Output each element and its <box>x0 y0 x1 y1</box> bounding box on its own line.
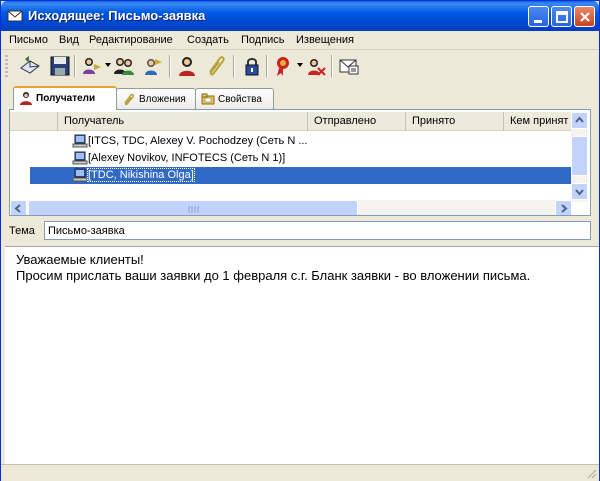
tab-properties[interactable]: Свойства <box>195 88 274 109</box>
group-icon <box>145 59 162 75</box>
menu-signature[interactable]: Подпись <box>241 34 285 46</box>
grip-icon <box>188 206 199 213</box>
minimize-icon <box>534 20 542 23</box>
scroll-down-button[interactable] <box>571 183 588 200</box>
menu-notifications[interactable]: Извещения <box>296 34 354 46</box>
body-line: Просим прислать ваши заявки до 1 февраля… <box>16 268 531 283</box>
certificate-icon <box>308 59 326 76</box>
chevron-down-icon[interactable] <box>105 63 111 67</box>
toolbar-separator <box>233 55 235 77</box>
scroll-left-button[interactable] <box>10 200 27 215</box>
save-button[interactable] <box>48 54 72 78</box>
window-title: Исходящее: Письмо-заявка <box>28 8 206 23</box>
vertical-scroll-thumb[interactable] <box>571 136 588 176</box>
message-body[interactable]: Уважаемые клиенты! Просим прислать ваши … <box>5 246 599 464</box>
scroll-up-button[interactable] <box>571 112 588 129</box>
tab-label: Свойства <box>218 94 262 105</box>
sign-button[interactable] <box>271 54 295 78</box>
column-header-received-by[interactable]: Кем принят <box>504 112 572 131</box>
notify-button[interactable] <box>337 54 361 78</box>
chevron-up-icon <box>575 116 584 123</box>
encrypt-icon <box>245 58 259 76</box>
resize-grip-icon[interactable] <box>585 467 597 479</box>
minimize-button[interactable] <box>528 6 549 27</box>
column-header-blank[interactable] <box>10 112 58 131</box>
table-row[interactable]: [ITCS, TDC, Alexey V. Pochodzey (Сеть N … <box>30 133 572 150</box>
recipients-button[interactable] <box>80 54 104 78</box>
maximize-button[interactable] <box>551 6 572 27</box>
attach-icon <box>209 56 225 76</box>
computer-icon <box>72 168 88 182</box>
toolbar <box>1 51 599 81</box>
toolbar-separator <box>169 55 171 77</box>
subject-field[interactable]: Письмо-заявка <box>44 221 591 240</box>
contact-icon <box>179 57 195 76</box>
chevron-left-icon <box>14 204 21 213</box>
toolbar-separator <box>331 55 333 77</box>
chevron-right-icon <box>561 204 568 213</box>
toolbar-grip[interactable] <box>5 55 8 77</box>
column-header-sent[interactable]: Отправлено <box>308 112 406 131</box>
tab-attachments[interactable]: Вложения <box>116 88 196 109</box>
save-icon <box>50 56 70 76</box>
send-icon <box>20 56 40 74</box>
body-line: Уважаемые клиенты! <box>16 252 144 267</box>
sign-icon <box>277 57 289 76</box>
horizontal-scrollbar[interactable] <box>10 200 572 215</box>
table-row-selected[interactable]: [TDC, Nikishina Olga] <box>30 167 572 184</box>
vertical-scrollbar[interactable] <box>571 112 588 202</box>
attach-button[interactable] <box>204 54 228 78</box>
scroll-right-button[interactable] <box>555 200 572 215</box>
chevron-down-icon[interactable] <box>297 63 303 67</box>
recipients-list[interactable]: Получатель Отправлено Принято Кем принят… <box>9 109 591 216</box>
menu-edit[interactable]: Редактирование <box>89 34 173 46</box>
menu-bar: Письмо Вид Редактирование Создать Подпис… <box>1 31 599 50</box>
chevron-down-icon <box>575 189 584 196</box>
toolbar-separator <box>74 55 76 77</box>
envelope-icon <box>7 10 23 22</box>
computer-icon <box>72 134 88 148</box>
table-row[interactable]: [Alexey Novikov, INFOTECS (Сеть N 1)] <box>30 150 572 167</box>
notify-icon <box>339 59 359 75</box>
menu-view[interactable]: Вид <box>59 34 79 46</box>
computer-icon <box>72 151 88 165</box>
menu-create[interactable]: Создать <box>187 34 229 46</box>
maximize-icon <box>556 11 568 23</box>
toolbar-separator <box>266 55 268 77</box>
folder-icon <box>201 93 215 105</box>
tab-recipients[interactable]: Получатели <box>13 86 117 110</box>
certificate-button[interactable] <box>304 54 328 78</box>
status-bar <box>1 464 599 481</box>
send-button[interactable] <box>18 54 42 78</box>
person-icon <box>20 92 32 105</box>
paperclip-icon <box>124 93 134 106</box>
column-header-recipient[interactable]: Получатель <box>58 112 308 131</box>
recipient-name: [TDC, Nikishina Olga] <box>87 168 195 182</box>
subject-label: Тема <box>9 225 35 237</box>
contact-button[interactable] <box>175 54 199 78</box>
tab-label: Получатели <box>36 93 96 104</box>
close-icon <box>580 12 590 22</box>
title-bar[interactable]: Исходящее: Письмо-заявка <box>1 1 599 31</box>
recipients-icon <box>83 58 101 74</box>
recipient-name: [ITCS, TDC, Alexey V. Pochodzey (Сеть N … <box>88 135 308 147</box>
encrypt-button[interactable] <box>240 54 264 78</box>
recipient-name: [Alexey Novikov, INFOTECS (Сеть N 1)] <box>88 152 286 164</box>
column-header-received[interactable]: Принято <box>406 112 504 131</box>
address-book-button[interactable] <box>112 54 136 78</box>
group-button[interactable] <box>142 54 166 78</box>
close-button[interactable] <box>574 6 595 27</box>
list-header: Получатель Отправлено Принято Кем принят <box>10 112 572 131</box>
tab-label: Вложения <box>139 94 186 105</box>
horizontal-scroll-thumb[interactable] <box>28 200 358 215</box>
address-book-icon <box>114 58 134 75</box>
menu-letter[interactable]: Письмо <box>9 34 48 46</box>
message-window: Исходящее: Письмо-заявка Письмо Вид Реда… <box>0 0 600 481</box>
